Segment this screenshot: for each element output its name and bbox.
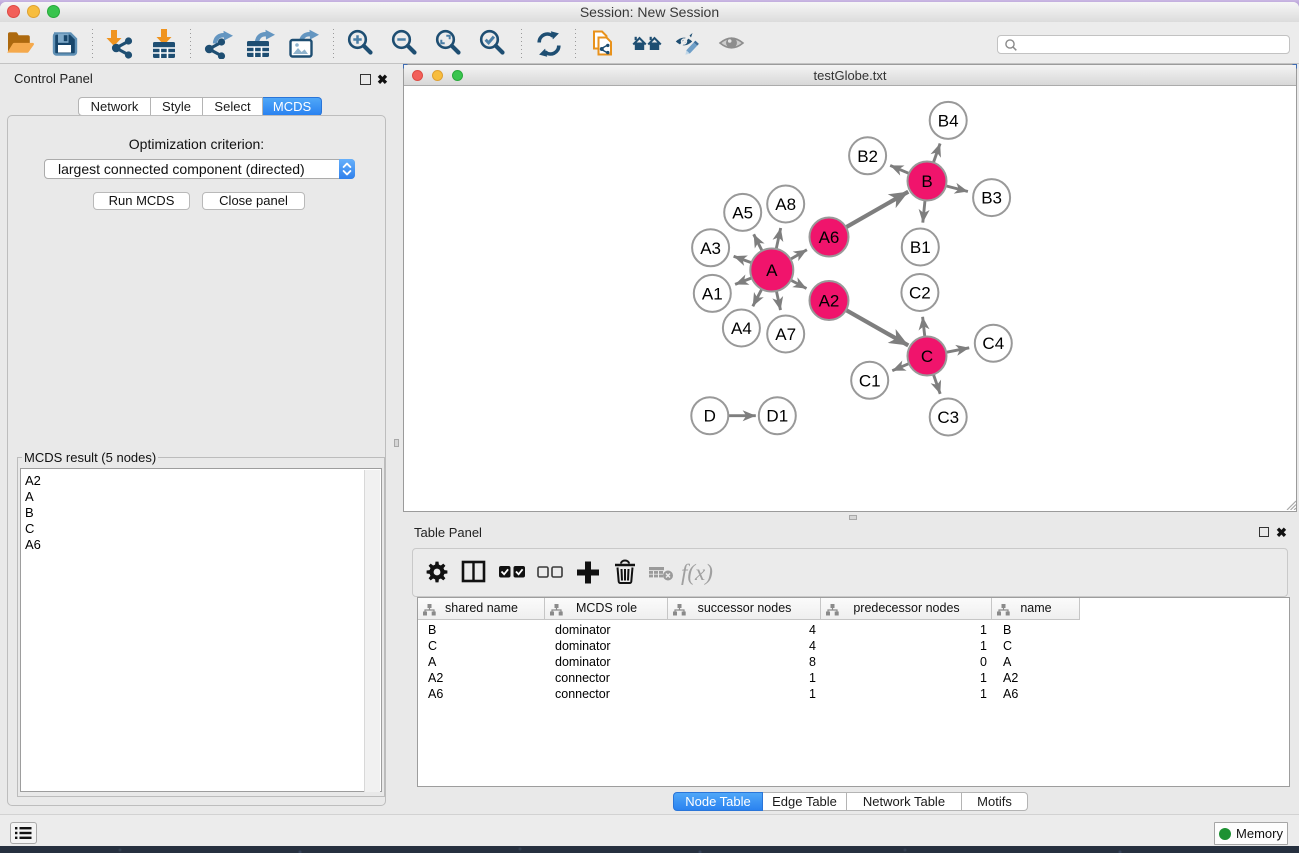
svg-text:C1: C1 <box>859 371 881 390</box>
svg-text:B3: B3 <box>981 189 1002 208</box>
svg-text:A4: A4 <box>731 319 752 338</box>
svg-text:D: D <box>704 407 716 426</box>
svg-text:C: C <box>921 347 933 366</box>
svg-text:A3: A3 <box>700 239 721 258</box>
svg-text:A5: A5 <box>732 203 753 222</box>
svg-text:A8: A8 <box>775 195 796 214</box>
svg-text:B2: B2 <box>857 147 878 166</box>
svg-text:D1: D1 <box>766 407 788 426</box>
svg-text:A2: A2 <box>819 292 840 311</box>
svg-text:f(x): f(x) <box>681 560 713 585</box>
svg-text:B1: B1 <box>910 238 931 257</box>
svg-text:B: B <box>921 172 932 191</box>
svg-text:C2: C2 <box>909 284 931 303</box>
svg-text:A7: A7 <box>775 325 796 344</box>
svg-text:A: A <box>766 261 778 280</box>
svg-text:A6: A6 <box>819 228 840 247</box>
svg-text:B4: B4 <box>938 111 959 130</box>
svg-text:A1: A1 <box>702 284 723 303</box>
svg-text:C3: C3 <box>937 408 959 427</box>
svg-text:C4: C4 <box>982 334 1004 353</box>
